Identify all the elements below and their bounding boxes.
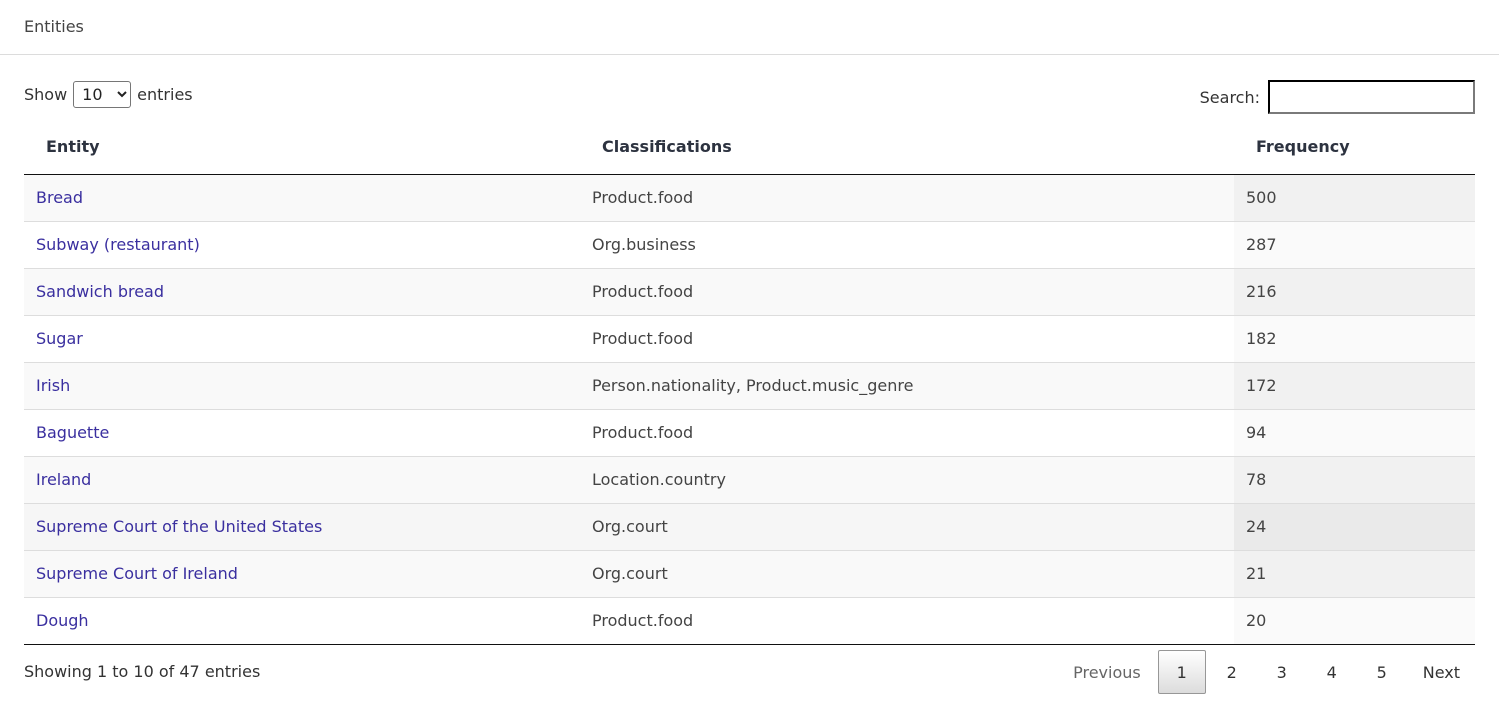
entity-link[interactable]: Irish — [36, 376, 70, 395]
column-header-frequency[interactable]: Frequency — [1234, 119, 1475, 175]
entity-cell: Subway (restaurant) — [24, 220, 580, 268]
table-row: Ireland Location.country 78 — [24, 455, 1475, 503]
entity-link[interactable]: Bread — [36, 188, 83, 207]
frequency-cell: 78 — [1234, 455, 1475, 503]
entity-cell: Baguette — [24, 408, 580, 456]
page-button-5[interactable]: 5 — [1358, 650, 1406, 694]
table-row: Dough Product.food 20 — [24, 596, 1475, 645]
classifications-cell: Product.food — [580, 596, 1234, 645]
entity-cell: Supreme Court of Ireland — [24, 549, 580, 597]
column-header-classifications[interactable]: Classifications — [580, 119, 1234, 175]
table-footer: Showing 1 to 10 of 47 entries Previous 1… — [24, 645, 1475, 706]
entries-label: entries — [137, 85, 193, 104]
entity-link[interactable]: Dough — [36, 611, 89, 630]
show-label: Show — [24, 85, 68, 104]
frequency-cell: 216 — [1234, 267, 1475, 315]
table-row: Supreme Court of Ireland Org.court 21 — [24, 549, 1475, 597]
entries-per-page-select[interactable]: 10 — [73, 81, 132, 108]
table-body: Bread Product.food 500 Subway (restaurant) O… — [24, 174, 1475, 645]
classifications-cell: Product.food — [580, 174, 1234, 221]
page-button-1[interactable]: 1 — [1157, 650, 1206, 694]
classifications-cell: Org.business — [580, 220, 1234, 268]
entity-link[interactable]: Ireland — [36, 470, 91, 489]
classifications-cell: Product.food — [580, 267, 1234, 315]
frequency-cell: 500 — [1234, 174, 1475, 221]
frequency-cell: 20 — [1234, 596, 1475, 645]
table-info: Showing 1 to 10 of 47 entries — [24, 662, 261, 681]
entities-table: Entity Classifications Frequency Bread Pr… — [24, 119, 1475, 645]
table-row: Baguette Product.food 94 — [24, 408, 1475, 456]
table-row: Supreme Court of the United States Org.co… — [24, 502, 1475, 550]
table-row: Sandwich bread Product.food 216 — [24, 267, 1475, 315]
search-label: Search: — [1199, 87, 1260, 107]
frequency-cell: 182 — [1234, 314, 1475, 362]
pagination: Previous 12345 Next — [1056, 650, 1475, 694]
table-row: Sugar Product.food 182 — [24, 314, 1475, 362]
classifications-cell: Org.court — [580, 502, 1234, 550]
entity-cell: Irish — [24, 361, 580, 409]
frequency-cell: 24 — [1234, 502, 1475, 550]
page-button-3[interactable]: 3 — [1258, 650, 1306, 694]
classifications-cell: Product.food — [580, 314, 1234, 362]
page-title: Entities — [24, 17, 84, 36]
entries-length-control: Show 10 entries — [24, 81, 193, 108]
classifications-cell: Product.food — [580, 408, 1234, 456]
entity-link[interactable]: Supreme Court of Ireland — [36, 564, 238, 583]
page-header: Entities — [0, 0, 1499, 55]
frequency-cell: 21 — [1234, 549, 1475, 597]
entity-link[interactable]: Sandwich bread — [36, 282, 164, 301]
entity-cell: Sandwich bread — [24, 267, 580, 315]
classifications-cell: Org.court — [580, 549, 1234, 597]
table-row: Subway (restaurant) Org.business 287 — [24, 220, 1475, 268]
entity-link[interactable]: Baguette — [36, 423, 109, 442]
entity-link[interactable]: Supreme Court of the United States — [36, 517, 322, 536]
entity-link[interactable]: Subway (restaurant) — [36, 235, 200, 254]
table-row: Irish Person.nationality, Product.music_g… — [24, 361, 1475, 409]
classifications-cell: Location.country — [580, 455, 1234, 503]
page-button-2[interactable]: 2 — [1208, 650, 1256, 694]
column-header-entity[interactable]: Entity — [24, 119, 580, 175]
frequency-cell: 287 — [1234, 220, 1475, 268]
search-filter: Search: — [1200, 80, 1475, 114]
entity-cell: Sugar — [24, 314, 580, 362]
next-page-button[interactable]: Next — [1408, 650, 1475, 694]
entity-cell: Dough — [24, 596, 580, 645]
entity-cell: Bread — [24, 174, 580, 221]
entity-link[interactable]: Sugar — [36, 329, 83, 348]
previous-page-button[interactable]: Previous — [1058, 650, 1156, 694]
frequency-cell: 172 — [1234, 361, 1475, 409]
entity-cell: Ireland — [24, 455, 580, 503]
frequency-cell: 94 — [1234, 408, 1475, 456]
search-input[interactable] — [1268, 80, 1475, 114]
page-button-4[interactable]: 4 — [1308, 650, 1356, 694]
entity-cell: Supreme Court of the United States — [24, 502, 580, 550]
table-row: Bread Product.food 500 — [24, 174, 1475, 221]
classifications-cell: Person.nationality, Product.music_genre — [580, 361, 1234, 409]
table-header-row: Entity Classifications Frequency — [24, 119, 1475, 175]
